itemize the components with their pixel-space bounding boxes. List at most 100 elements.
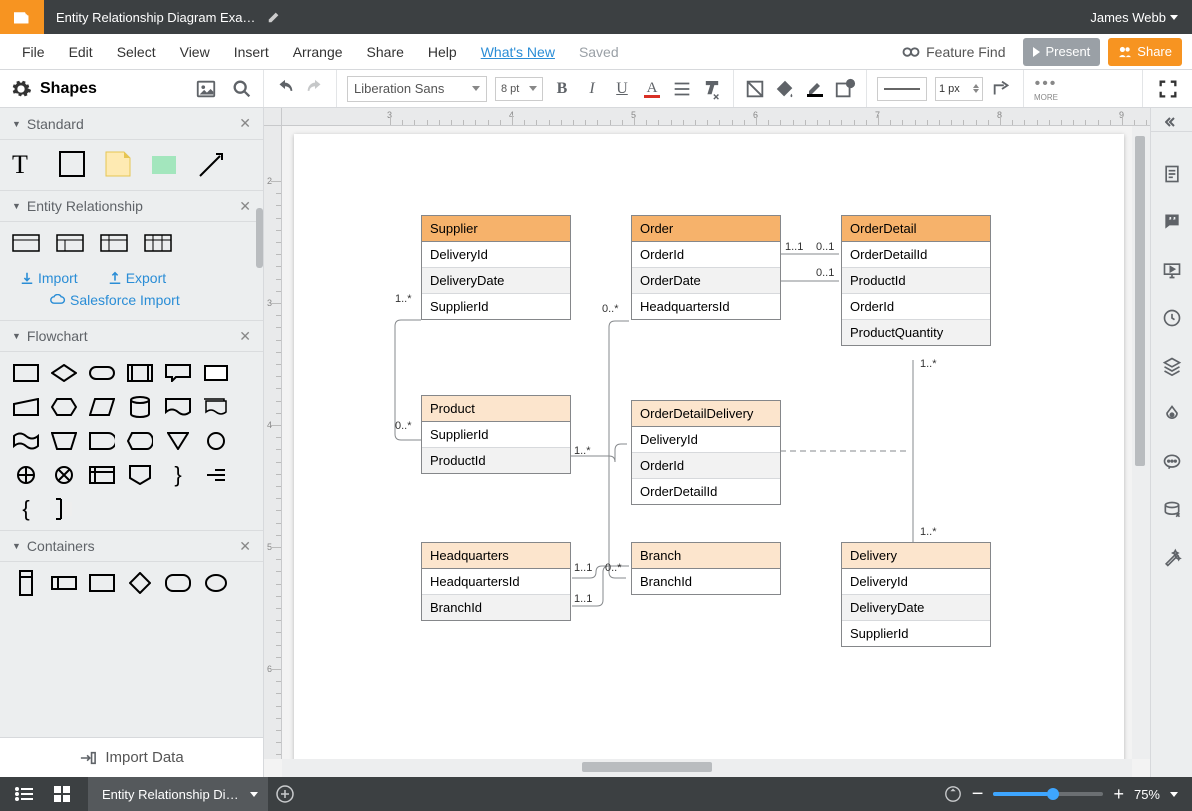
present-button[interactable]: Present: [1023, 38, 1100, 66]
comments-icon[interactable]: [1162, 212, 1182, 232]
er-entity-1[interactable]: [12, 232, 40, 254]
grid-view-button[interactable]: [48, 780, 76, 808]
close-icon[interactable]: ✕: [239, 115, 251, 132]
line-path-button[interactable]: [991, 78, 1013, 100]
underline-button[interactable]: U: [611, 78, 633, 100]
menu-select[interactable]: Select: [105, 44, 168, 60]
entity-title[interactable]: OrderDetailDelivery: [632, 401, 780, 427]
fc-merge[interactable]: [164, 430, 192, 452]
font-select[interactable]: Liberation Sans: [347, 76, 487, 102]
zoom-out-button[interactable]: −: [972, 783, 984, 806]
er-entity-2[interactable]: [56, 232, 84, 254]
fullscreen-button[interactable]: [1157, 78, 1179, 100]
entity-field[interactable]: DeliveryId: [632, 427, 780, 453]
fc-cylinder[interactable]: [126, 396, 154, 418]
entity-order-detail-delivery[interactable]: OrderDetailDelivery DeliveryId OrderId O…: [631, 400, 781, 505]
fc-diamond[interactable]: [50, 362, 78, 384]
fc-manual-input[interactable]: [12, 396, 40, 418]
left-panel-scrollbar[interactable]: [256, 208, 263, 268]
arrow-shape[interactable]: [196, 150, 226, 180]
entity-field[interactable]: HeadquartersId: [632, 294, 780, 319]
ct-rounded[interactable]: [164, 572, 192, 594]
entity-field[interactable]: OrderId: [632, 242, 780, 268]
add-sheet-button[interactable]: [268, 777, 302, 811]
magic-icon[interactable]: [1162, 548, 1182, 568]
fc-parallelogram[interactable]: [88, 396, 116, 418]
er-entity-4[interactable]: [144, 232, 172, 254]
history-icon[interactable]: [1162, 308, 1182, 328]
canvas-vertical-scrollbar[interactable]: [1132, 126, 1150, 759]
fc-delay[interactable]: [88, 430, 116, 452]
category-standard[interactable]: ▼ Standard ✕: [0, 108, 263, 140]
fc-document[interactable]: [164, 396, 192, 418]
fc-predefined[interactable]: [126, 362, 154, 384]
menu-edit[interactable]: Edit: [57, 44, 105, 60]
entity-title[interactable]: Supplier: [422, 216, 570, 242]
search-icon[interactable]: [231, 78, 253, 100]
collapse-dock-button[interactable]: [1151, 112, 1192, 132]
menu-view[interactable]: View: [168, 44, 222, 60]
menu-help[interactable]: Help: [416, 44, 469, 60]
note-shape[interactable]: [104, 150, 134, 180]
app-logo[interactable]: [0, 0, 44, 34]
close-icon[interactable]: ✕: [239, 198, 251, 215]
fc-display[interactable]: [126, 430, 154, 452]
import-link[interactable]: Import: [20, 270, 78, 286]
gear-icon[interactable]: [10, 78, 32, 100]
entity-field[interactable]: BranchId: [632, 569, 780, 594]
zoom-level[interactable]: 75%: [1134, 787, 1160, 802]
bold-button[interactable]: B: [551, 78, 573, 100]
rectangle-shape[interactable]: [58, 150, 88, 180]
menu-insert[interactable]: Insert: [222, 44, 281, 60]
category-entity-relationship[interactable]: ▼ Entity Relationship ✕: [0, 190, 263, 222]
entity-field[interactable]: DeliveryDate: [422, 268, 570, 294]
er-entity-3[interactable]: [100, 232, 128, 254]
redo-button[interactable]: [304, 78, 326, 100]
text-shape[interactable]: T: [12, 150, 42, 180]
fc-brace-l[interactable]: {: [12, 498, 40, 520]
entity-field[interactable]: BranchId: [422, 595, 570, 620]
menu-file[interactable]: File: [10, 44, 57, 60]
category-flowchart[interactable]: ▼ Flowchart ✕: [0, 320, 263, 352]
shape-style-button[interactable]: [834, 78, 856, 100]
entity-product[interactable]: Product SupplierId ProductId: [421, 395, 571, 474]
fc-connector[interactable]: [202, 430, 230, 452]
fc-callout[interactable]: [164, 362, 192, 384]
rename-icon[interactable]: [267, 10, 281, 24]
entity-field[interactable]: SupplierId: [422, 294, 570, 319]
entity-field[interactable]: SupplierId: [422, 422, 570, 448]
fc-card-sel[interactable]: [202, 362, 230, 384]
fc-multidoc[interactable]: [202, 396, 230, 418]
clear-formatting-button[interactable]: [701, 78, 723, 100]
entity-title[interactable]: Delivery: [842, 543, 990, 569]
entity-title[interactable]: Headquarters: [422, 543, 570, 569]
data-icon[interactable]: [1162, 500, 1182, 520]
border-color-button[interactable]: [804, 78, 826, 100]
close-icon[interactable]: ✕: [239, 328, 251, 345]
line-style-select[interactable]: [877, 77, 927, 101]
align-button[interactable]: [671, 78, 693, 100]
entity-title[interactable]: Product: [422, 396, 570, 422]
salesforce-import-link[interactable]: Salesforce Import: [50, 292, 180, 308]
ct-circle[interactable]: [202, 572, 230, 594]
entity-field[interactable]: ProductId: [422, 448, 570, 473]
export-link[interactable]: Export: [108, 270, 166, 286]
fc-brace-r[interactable]: }: [164, 464, 192, 486]
more-tools-button[interactable]: ••• MORE: [1034, 75, 1058, 102]
auto-zoom-icon[interactable]: [944, 785, 962, 803]
fc-or[interactable]: [50, 464, 78, 486]
fc-trapezoid[interactable]: [50, 430, 78, 452]
font-size-select[interactable]: 8 pt: [495, 77, 543, 101]
italic-button[interactable]: I: [581, 78, 603, 100]
entity-field[interactable]: ProductId: [842, 268, 990, 294]
line-width-select[interactable]: 1 px: [935, 77, 983, 101]
entity-field[interactable]: DeliveryId: [422, 242, 570, 268]
undo-button[interactable]: [274, 78, 296, 100]
entity-field[interactable]: ProductQuantity: [842, 320, 990, 345]
menu-whats-new[interactable]: What's New: [469, 44, 567, 60]
shape-fill-button[interactable]: [744, 78, 766, 100]
ct-rect[interactable]: [88, 572, 116, 594]
font-color-button[interactable]: A: [641, 78, 663, 100]
entity-order-detail[interactable]: OrderDetail OrderDetailId ProductId Orde…: [841, 215, 991, 346]
theme-icon[interactable]: [1162, 404, 1182, 424]
